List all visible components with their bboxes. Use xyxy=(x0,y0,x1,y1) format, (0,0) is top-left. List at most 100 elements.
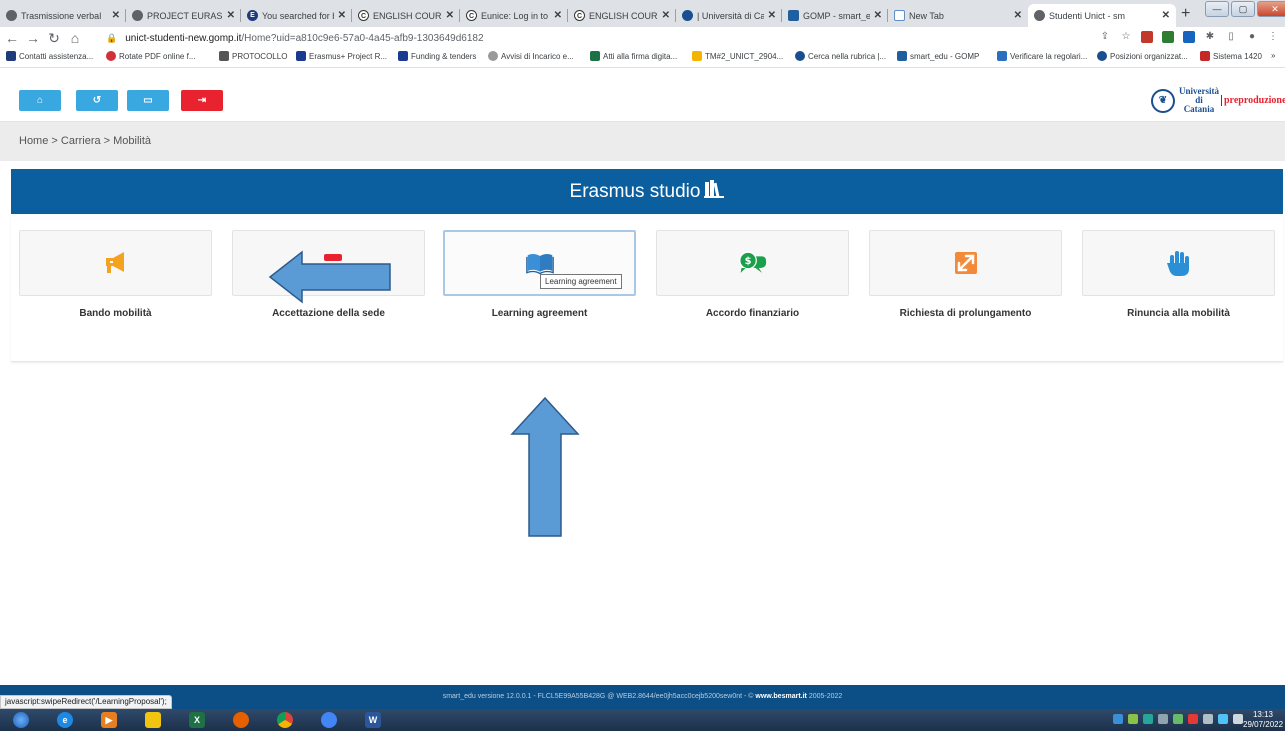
sidebar-icon[interactable]: ▯ xyxy=(1225,31,1237,43)
bookmark-label: Rotate PDF online f... xyxy=(119,51,196,61)
minimize-button[interactable]: — xyxy=(1205,1,1229,17)
reload-icon[interactable]: ↻ xyxy=(45,30,63,47)
volume-icon[interactable] xyxy=(1233,714,1243,724)
svg-text:$: $ xyxy=(744,256,751,267)
bookmark[interactable]: Posizioni organizzat... xyxy=(1097,51,1188,61)
bookmark-label: Contatti assistenza... xyxy=(19,51,94,61)
card-rinuncia-mobilita[interactable] xyxy=(1082,230,1275,296)
bookmark[interactable]: Erasmus+ Project R... xyxy=(296,51,387,61)
taskbar-word[interactable]: W xyxy=(356,710,390,730)
excel-icon xyxy=(590,51,600,61)
close-window-button[interactable]: ✕ xyxy=(1257,1,1285,17)
bookmark[interactable]: Avvisi di Incarico e... xyxy=(488,51,574,61)
bookmark[interactable]: Contatti assistenza... xyxy=(6,51,93,61)
university-logo: ❦ Università di Catania preproduzione xyxy=(1151,87,1285,114)
browser-tab[interactable]: C Eunice: Log in to th ✕ xyxy=(460,4,568,27)
close-tab-icon[interactable]: ✕ xyxy=(554,10,562,21)
extension-icon[interactable] xyxy=(1162,31,1174,43)
taskbar-media[interactable]: ▶ xyxy=(92,710,126,730)
tray-icon[interactable] xyxy=(1173,714,1183,724)
url-input[interactable]: 🔒 unict-studenti-new.gomp.it /Home?uid=a… xyxy=(106,29,1091,47)
close-tab-icon[interactable]: ✕ xyxy=(227,10,235,21)
browser-tab-active[interactable]: Studenti Unict - sm ✕ xyxy=(1028,4,1176,27)
flag-icon[interactable] xyxy=(1203,714,1213,724)
browser-tab[interactable]: New Tab ✕ xyxy=(888,4,1028,27)
card-bando-mobilita[interactable] xyxy=(19,230,212,296)
tray-icon[interactable] xyxy=(1143,714,1153,724)
browser-tab[interactable]: PROJECT EURASIA ✕ xyxy=(126,4,241,27)
taskbar-excel[interactable]: X xyxy=(180,710,214,730)
start-button[interactable] xyxy=(4,710,38,730)
id-card-button[interactable]: ▭ xyxy=(127,90,169,111)
new-tab-button[interactable]: + xyxy=(1181,5,1190,23)
close-tab-icon[interactable]: ✕ xyxy=(662,10,670,21)
tray-icon[interactable] xyxy=(1113,714,1123,724)
taskbar-chrome[interactable] xyxy=(268,710,302,730)
card-accordo-finanziario[interactable]: $ xyxy=(656,230,849,296)
close-tab-icon[interactable]: ✕ xyxy=(874,10,882,21)
bookmark[interactable]: TM#2_UNICT_2904... xyxy=(692,51,783,61)
maximize-button[interactable]: ▢ xyxy=(1231,1,1255,17)
browser-tab[interactable]: C ENGLISH COURSES ✕ xyxy=(352,4,460,27)
tray-icon[interactable] xyxy=(1128,714,1138,724)
taskbar-chrome-2[interactable] xyxy=(312,710,346,730)
card-richiesta-prolungamento[interactable] xyxy=(869,230,1062,296)
browser-tab[interactable]: | Università di Cata ✕ xyxy=(676,4,782,27)
back-arrow-icon[interactable]: ← xyxy=(3,30,21,46)
home-button[interactable]: ⌂ xyxy=(19,90,61,111)
bookmark[interactable]: Funding & tenders xyxy=(398,51,476,61)
more-bookmarks-icon[interactable]: » xyxy=(1271,51,1275,60)
bookmark[interactable]: PROTOCOLLO xyxy=(219,51,287,61)
tray-icon[interactable] xyxy=(1158,714,1168,724)
close-tab-icon[interactable]: ✕ xyxy=(1014,10,1022,21)
bookmark[interactable]: Atti alla firma digita... xyxy=(590,51,677,61)
folder-icon xyxy=(145,712,161,728)
bookmark-label: TM#2_UNICT_2904... xyxy=(705,51,784,61)
university-seal-icon xyxy=(1097,51,1107,61)
network-icon[interactable] xyxy=(1218,714,1228,724)
bookmark[interactable]: Rotate PDF online f... xyxy=(106,51,195,61)
close-tab-icon[interactable]: ✕ xyxy=(338,10,346,21)
puzzle-icon[interactable]: ✱ xyxy=(1204,31,1216,43)
home-icon[interactable]: ⌂ xyxy=(66,30,84,46)
taskbar-ie[interactable]: e xyxy=(48,710,82,730)
media-player-icon: ▶ xyxy=(101,712,117,728)
globe-icon xyxy=(132,10,143,21)
extension-icon[interactable] xyxy=(1141,31,1153,43)
besmart-link[interactable]: www.besmart.it xyxy=(755,693,806,700)
browser-tab[interactable]: GOMP - smart_edu ✕ xyxy=(782,4,888,27)
bookmark[interactable]: smart_edu - GOMP xyxy=(897,51,979,61)
share-icon[interactable]: ⇪ xyxy=(1099,31,1111,43)
taskbar-explorer[interactable] xyxy=(136,710,170,730)
close-tab-icon[interactable]: ✕ xyxy=(768,10,776,21)
tray-icon[interactable] xyxy=(1188,714,1198,724)
browser-tab[interactable]: Trasmissione verbal ✕ xyxy=(0,4,126,27)
logout-button[interactable]: ⇥ xyxy=(181,90,223,111)
clock-date: 29/07/2022 xyxy=(1243,720,1284,729)
bookmark[interactable]: Cerca nella rubrica |... xyxy=(795,51,886,61)
bookmark[interactable]: Sistema 1420 xyxy=(1200,51,1262,61)
browser-tab[interactable]: E You searched for b ✕ xyxy=(241,4,352,27)
id-card-icon: ▭ xyxy=(143,95,153,106)
taskbar-clock[interactable]: 13:13 29/07/2022 xyxy=(1243,710,1283,730)
history-button[interactable]: ↺ xyxy=(76,90,118,111)
profile-icon[interactable]: ● xyxy=(1246,31,1258,43)
browser-tab[interactable]: C ENGLISH COURSES ✕ xyxy=(568,4,676,27)
close-tab-icon[interactable]: ✕ xyxy=(446,10,454,21)
system-tray xyxy=(1113,714,1243,724)
e-plus-icon: E xyxy=(247,10,258,21)
bookmark[interactable]: Verificare la regolari... xyxy=(997,51,1087,61)
bookmark-label: Atti alla firma digita... xyxy=(603,51,678,61)
card-label: Rinuncia alla mobilità xyxy=(1127,308,1230,319)
close-tab-icon[interactable]: ✕ xyxy=(112,10,120,21)
e-plus-icon xyxy=(6,51,16,61)
logout-icon: ⇥ xyxy=(197,95,207,106)
star-icon[interactable]: ☆ xyxy=(1120,31,1132,43)
taskbar-firefox[interactable] xyxy=(224,710,258,730)
menu-icon[interactable]: ⋮ xyxy=(1267,31,1279,43)
browser-tab-title: PROJECT EURASIA xyxy=(147,10,223,21)
firefox-icon xyxy=(233,712,249,728)
extension-icon[interactable] xyxy=(1183,31,1195,43)
close-tab-icon[interactable]: ✕ xyxy=(1162,10,1170,21)
forward-arrow-icon[interactable]: → xyxy=(24,30,42,46)
